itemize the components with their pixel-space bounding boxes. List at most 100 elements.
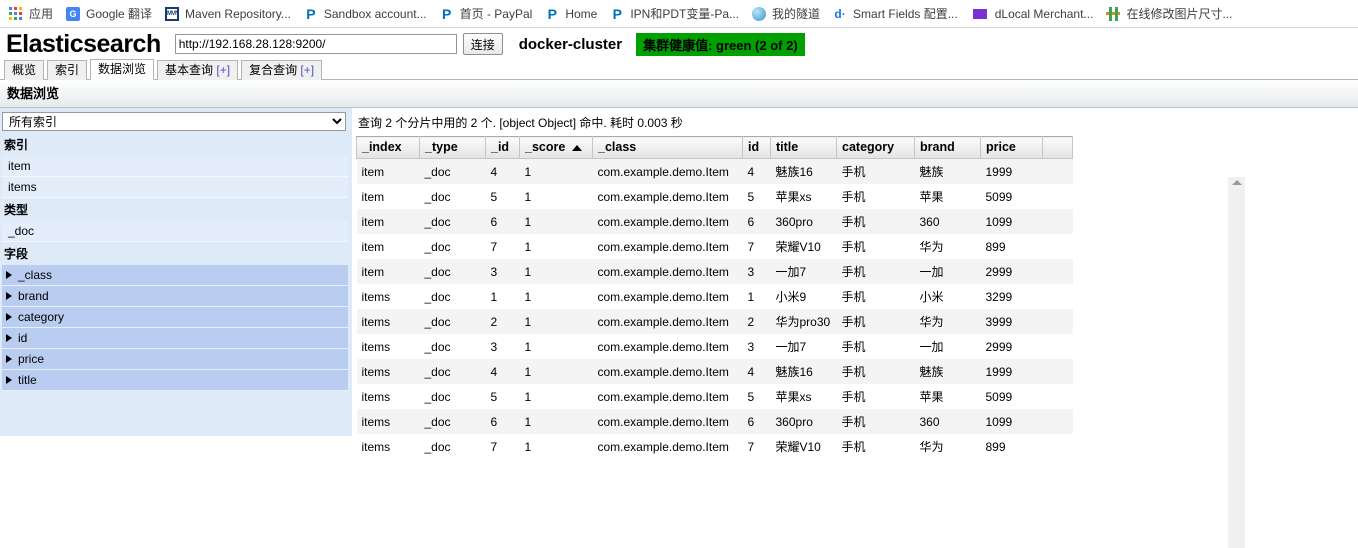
purple-square-icon bbox=[972, 8, 987, 19]
bookmark-item-4[interactable]: P 首页 - PayPal bbox=[435, 3, 541, 25]
table-row[interactable]: item _doc 4 1 com.example.demo.Item 4 魅族16 手机 魅族… bbox=[356, 158, 1073, 184]
bookmark-item-7[interactable]: 我的隧道 bbox=[747, 3, 828, 25]
sidebar-field-item[interactable]: category bbox=[2, 307, 348, 328]
table-row[interactable]: items _doc 2 1 com.example.demo.Item 2 华为pro30… bbox=[356, 309, 1073, 334]
sidebar-list-item[interactable]: items bbox=[2, 177, 348, 198]
column-header-_id[interactable]: _id bbox=[485, 136, 520, 159]
main-tabbar: 概览 索引 数据浏览 基本查询 [+] 复合查询 [+] bbox=[0, 58, 1358, 80]
table-cell: _doc bbox=[419, 284, 486, 309]
column-header-_type[interactable]: _type bbox=[419, 136, 486, 159]
table-row[interactable]: item _doc 5 1 com.example.demo.Item 5 苹果xs 手机 苹果… bbox=[356, 184, 1073, 209]
table-cell: 5099 bbox=[980, 184, 1043, 209]
table-cell: 7 bbox=[742, 434, 771, 459]
table-row[interactable]: items _doc 3 1 com.example.demo.Item 3 一加7 手机 一加… bbox=[356, 334, 1073, 359]
column-header-_index[interactable]: _index bbox=[356, 136, 420, 159]
table-cell: 3 bbox=[742, 334, 771, 359]
table-row[interactable]: item _doc 6 1 com.example.demo.Item 6 360pro 手机… bbox=[356, 209, 1073, 234]
table-cell: 1 bbox=[485, 284, 520, 309]
tab-label: 基本查询 bbox=[165, 63, 217, 77]
table-cell: 苹果xs bbox=[770, 184, 837, 209]
table-cell bbox=[1042, 184, 1073, 209]
column-header-blank[interactable] bbox=[1042, 136, 1073, 159]
tab-2[interactable]: 数据浏览 bbox=[90, 59, 155, 80]
results-table-header-row: _index _type _id _score _class id title categor… bbox=[356, 136, 1073, 159]
sidebar-field-item[interactable]: price bbox=[2, 349, 348, 370]
tab-expand-marker[interactable]: [+] bbox=[300, 63, 314, 77]
table-row[interactable]: item _doc 3 1 com.example.demo.Item 3 一加7 手机 一加 2… bbox=[356, 259, 1073, 284]
table-cell bbox=[1042, 259, 1073, 284]
tab-3[interactable]: 基本查询 [+] bbox=[157, 60, 239, 80]
table-row[interactable]: items _doc 6 1 com.example.demo.Item 6 360pro 手… bbox=[356, 409, 1073, 434]
bookmark-item-5[interactable]: P Home bbox=[540, 3, 605, 25]
column-header-_class[interactable]: _class bbox=[592, 136, 743, 159]
bookmark-item-2[interactable]: MVN Maven Repository... bbox=[160, 3, 299, 25]
sidebar-field-item[interactable]: _class bbox=[2, 265, 348, 286]
column-header-category[interactable]: category bbox=[836, 136, 915, 159]
table-cell: 魅族 bbox=[914, 158, 981, 184]
bookmark-label: Maven Repository... bbox=[185, 6, 291, 21]
column-header-label: _score bbox=[525, 140, 566, 154]
bookmark-item-8[interactable]: d· Smart Fields 配置... bbox=[828, 3, 966, 25]
table-row[interactable]: items _doc 7 1 com.example.demo.Item 7 荣耀V10 手机… bbox=[356, 434, 1073, 459]
table-cell: 1 bbox=[519, 334, 593, 359]
chevron-right-icon[interactable] bbox=[6, 334, 12, 342]
column-header-_score[interactable]: _score bbox=[519, 136, 593, 159]
table-cell: com.example.demo.Item bbox=[592, 409, 743, 434]
bookmark-item-10[interactable]: 在线修改图片尺寸... bbox=[1101, 3, 1240, 25]
tab-4[interactable]: 复合查询 [+] bbox=[241, 60, 323, 80]
table-cell: item bbox=[356, 184, 420, 209]
cluster-url-input[interactable] bbox=[174, 34, 457, 54]
column-header-price[interactable]: price bbox=[980, 136, 1043, 159]
table-cell: 魅族16 bbox=[770, 359, 837, 384]
table-cell: 手机 bbox=[836, 158, 915, 184]
bookmark-item-6[interactable]: P IPN和PDT变量-Pa... bbox=[605, 3, 747, 25]
sidebar-list-item[interactable]: _doc bbox=[2, 221, 348, 242]
table-row[interactable]: items _doc 1 1 com.example.demo.Item 1 小米9 手机 小米… bbox=[356, 284, 1073, 309]
table-cell: 4 bbox=[742, 158, 771, 184]
table-cell: items bbox=[356, 434, 420, 459]
scroll-up-arrow-icon[interactable] bbox=[1232, 180, 1242, 185]
chevron-right-icon[interactable] bbox=[6, 292, 12, 300]
connect-button[interactable]: 连接 bbox=[462, 33, 503, 55]
table-cell: 3999 bbox=[980, 309, 1043, 334]
sidebar-field-item[interactable]: id bbox=[2, 328, 348, 349]
tab-label: 概览 bbox=[12, 63, 37, 77]
sidebar-field-item[interactable]: title bbox=[2, 370, 348, 391]
table-cell: 1 bbox=[519, 284, 593, 309]
table-cell bbox=[1042, 234, 1073, 259]
sidebar-list-item[interactable]: item bbox=[2, 156, 348, 177]
bookmark-label: IPN和PDT变量-Pa... bbox=[630, 7, 740, 21]
table-row[interactable]: items _doc 5 1 com.example.demo.Item 5 苹果xs 手机苹… bbox=[356, 384, 1073, 409]
chevron-right-icon[interactable] bbox=[6, 355, 12, 363]
chevron-right-icon[interactable] bbox=[6, 313, 12, 321]
chevron-right-icon[interactable] bbox=[6, 376, 12, 384]
bookmark-item-1[interactable]: G Google 翻译 bbox=[61, 3, 160, 25]
column-header-id[interactable]: id bbox=[742, 136, 771, 159]
chevron-right-icon[interactable] bbox=[6, 271, 12, 279]
bookmark-item-3[interactable]: P Sandbox account... bbox=[299, 3, 435, 25]
main-panel: 查询 2 个分片中用的 2 个. [object Object] 命中. 耗时 … bbox=[352, 108, 1358, 548]
results-vertical-scrollbar[interactable] bbox=[1228, 177, 1245, 548]
tab-expand-marker[interactable]: [+] bbox=[216, 63, 230, 77]
index-select[interactable]: 所有索引 bbox=[2, 112, 346, 131]
tab-1[interactable]: 索引 bbox=[47, 60, 88, 80]
results-table-body: item _doc 4 1 com.example.demo.Item 4 魅族16 手机 魅族… bbox=[356, 158, 1073, 459]
column-header-title[interactable]: title bbox=[770, 136, 837, 159]
table-cell bbox=[1042, 384, 1073, 409]
paypal-icon: P bbox=[441, 5, 452, 22]
table-cell: 1 bbox=[519, 384, 593, 409]
bookmark-item-0[interactable]: 应用 bbox=[4, 3, 61, 25]
bookmark-item-9[interactable]: dLocal Merchant... bbox=[966, 3, 1102, 25]
bookmark-label: 首页 - PayPal bbox=[459, 7, 533, 21]
table-cell: 魅族 bbox=[914, 359, 981, 384]
table-row[interactable]: item _doc 7 1 com.example.demo.Item 7 荣耀V10 手机华… bbox=[356, 234, 1073, 259]
table-cell: 一加7 bbox=[770, 259, 837, 284]
bookmark-label: 应用 bbox=[29, 7, 54, 21]
tab-0[interactable]: 概览 bbox=[4, 60, 45, 80]
table-cell: 苹果 bbox=[914, 384, 981, 409]
table-row[interactable]: items _doc 4 1 com.example.demo.Item 4 魅族16 手机魅… bbox=[356, 359, 1073, 384]
sidebar-field-item[interactable]: brand bbox=[2, 286, 348, 307]
table-cell: 899 bbox=[980, 234, 1043, 259]
table-cell: item bbox=[356, 209, 420, 234]
column-header-brand[interactable]: brand bbox=[914, 136, 981, 159]
